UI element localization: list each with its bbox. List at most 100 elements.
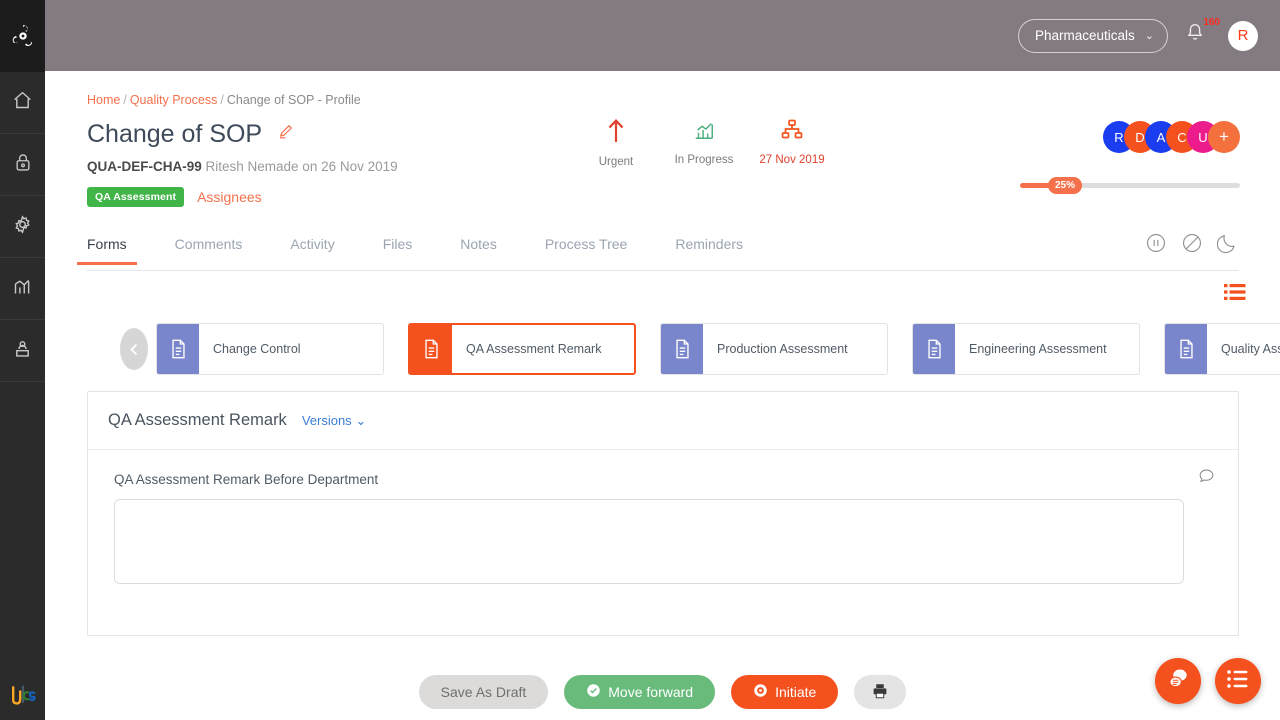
document-icon — [1165, 324, 1207, 374]
chart-icon — [12, 276, 33, 302]
initiate-button[interactable]: Initiate — [731, 675, 839, 709]
progress-bar: 25% — [1020, 177, 1240, 194]
action-bar: Save As Draft Move forward Initiate — [45, 675, 1280, 709]
lock-icon — [13, 152, 33, 177]
record-author: Ritesh Nemade on 26 Nov 2019 — [205, 159, 398, 174]
sidebar — [0, 0, 45, 720]
tab-reminders[interactable]: Reminders — [675, 226, 743, 264]
form-field-group: QA Assessment Remark Before Department — [88, 450, 1238, 589]
form-card-label: Quality Assessment.. — [1221, 342, 1280, 356]
up-arrow-icon — [606, 118, 626, 149]
org-chart-icon — [780, 118, 804, 147]
form-panel-header: QA Assessment Remark Versions ⌄ — [88, 392, 1238, 450]
form-card-engineering-assessment[interactable]: Engineering Assessment — [912, 323, 1140, 375]
chevron-down-icon: ⌄ — [355, 412, 367, 428]
status-progress-label: In Progress — [674, 154, 734, 166]
status-due-date[interactable]: 27 Nov 2019 — [759, 118, 825, 168]
home-icon — [12, 90, 33, 116]
tab-notes[interactable]: Notes — [460, 226, 497, 264]
printer-icon — [871, 682, 889, 703]
dcs-logo — [0, 684, 45, 706]
tab-forms[interactable]: Forms — [77, 226, 137, 265]
org-selector[interactable]: Pharmaceuticals ⌄ — [1017, 18, 1168, 53]
form-card-qa-assessment-remark[interactable]: QA Assessment Remark — [408, 323, 636, 375]
sidebar-item-settings[interactable] — [0, 196, 45, 258]
list-lines-icon — [1226, 669, 1250, 694]
page-title-text: Change of SOP — [87, 120, 262, 148]
notifications-button[interactable]: 160 — [1184, 17, 1220, 52]
breadcrumb-separator-2: / — [220, 93, 224, 107]
form-card-production-assessment[interactable]: Production Assessment — [660, 323, 888, 375]
breadcrumb-home[interactable]: Home — [87, 93, 120, 107]
status-priority-label: Urgent — [598, 156, 634, 168]
move-forward-button[interactable]: Move forward — [564, 675, 716, 709]
list-view-icon[interactable] — [1224, 283, 1246, 306]
app-logo[interactable] — [0, 0, 45, 72]
chevron-down-icon: ⌄ — [1144, 30, 1154, 42]
avatar-initial: U — [1198, 129, 1208, 145]
tab-activity[interactable]: Activity — [290, 226, 334, 264]
floating-action-buttons — [1155, 658, 1261, 704]
moon-refresh-icon[interactable] — [1216, 232, 1239, 254]
gear-icon — [12, 214, 33, 240]
pause-circle-icon[interactable] — [1145, 232, 1167, 254]
sidebar-item-home[interactable] — [0, 72, 45, 134]
bar-chart-icon — [693, 118, 715, 147]
pencil-icon[interactable] — [277, 118, 295, 147]
status-indicators: Urgent In Progress 27 Nov 2019 — [585, 118, 825, 168]
tab-process-tree[interactable]: Process Tree — [545, 226, 627, 264]
save-as-draft-label: Save As Draft — [440, 684, 527, 700]
breadcrumb-separator: / — [123, 93, 127, 107]
user-avatar-initial: R — [1237, 27, 1249, 44]
check-circle-icon — [586, 683, 601, 701]
target-circle-icon — [753, 683, 768, 701]
status-priority[interactable]: Urgent — [585, 118, 647, 168]
document-icon — [913, 324, 955, 374]
list-fab-button[interactable] — [1215, 658, 1261, 704]
status-progress[interactable]: In Progress — [673, 118, 735, 168]
form-card-label: Production Assessment — [717, 342, 848, 356]
qa-remark-textarea[interactable] — [114, 499, 1184, 584]
versions-dropdown[interactable]: Versions ⌄ — [302, 413, 366, 429]
tab-comments[interactable]: Comments — [175, 226, 243, 264]
assignee-avatars: R D A C U + — [1103, 121, 1240, 153]
status-row: QA Assessment Assignees — [87, 187, 262, 207]
status-badge: QA Assessment — [87, 187, 185, 207]
forms-card-list: Change Control QA Assessment Remark Prod… — [156, 323, 1280, 375]
field-label: QA Assessment Remark Before Department — [114, 472, 379, 487]
form-panel: QA Assessment Remark Versions ⌄ QA Asses… — [87, 391, 1239, 636]
notification-badge: 160 — [1203, 16, 1220, 28]
sidebar-item-users[interactable] — [0, 320, 45, 382]
org-selector-label: Pharmaceuticals — [1034, 28, 1135, 43]
record-meta: QUA-DEF-CHA-99 Ritesh Nemade on 26 Nov 2… — [87, 159, 398, 174]
document-icon — [157, 324, 199, 374]
forms-carousel: Change Control QA Assessment Remark Prod… — [120, 323, 1280, 375]
add-assignee-button[interactable]: + — [1208, 121, 1240, 153]
print-button[interactable] — [854, 675, 907, 709]
form-card-quality-assessment[interactable]: Quality Assessment.. — [1164, 323, 1280, 375]
main-content: Home / Quality Process / Change of SOP - Pro… — [45, 71, 1280, 720]
move-forward-label: Move forward — [608, 684, 694, 700]
chat-bubbles-icon — [1166, 666, 1191, 696]
carousel-prev-button[interactable] — [120, 328, 148, 370]
add-assignee-plus: + — [1219, 127, 1229, 146]
top-bar: Pharmaceuticals ⌄ 160 R — [45, 0, 1280, 71]
breadcrumb-section[interactable]: Quality Process — [130, 93, 218, 107]
comment-bubble-icon[interactable] — [1197, 466, 1216, 490]
form-card-label: Engineering Assessment — [969, 342, 1107, 356]
assignees-link[interactable]: Assignees — [197, 189, 262, 205]
sidebar-item-reports[interactable] — [0, 258, 45, 320]
chat-fab-button[interactable] — [1155, 658, 1201, 704]
avatar-initial: C — [1177, 129, 1187, 145]
form-card-change-control[interactable]: Change Control — [156, 323, 384, 375]
form-panel-title: QA Assessment Remark — [108, 411, 287, 429]
tab-files[interactable]: Files — [383, 226, 413, 264]
avatar-initial: A — [1156, 129, 1166, 145]
user-avatar[interactable]: R — [1228, 20, 1258, 51]
breadcrumb: Home / Quality Process / Change of SOP - Pro… — [87, 93, 361, 107]
avatar-initial: D — [1135, 129, 1145, 145]
save-as-draft-button[interactable]: Save As Draft — [418, 675, 549, 709]
ban-circle-icon[interactable] — [1181, 232, 1203, 254]
sidebar-item-security[interactable] — [0, 134, 45, 196]
tab-action-icons — [1145, 232, 1239, 254]
